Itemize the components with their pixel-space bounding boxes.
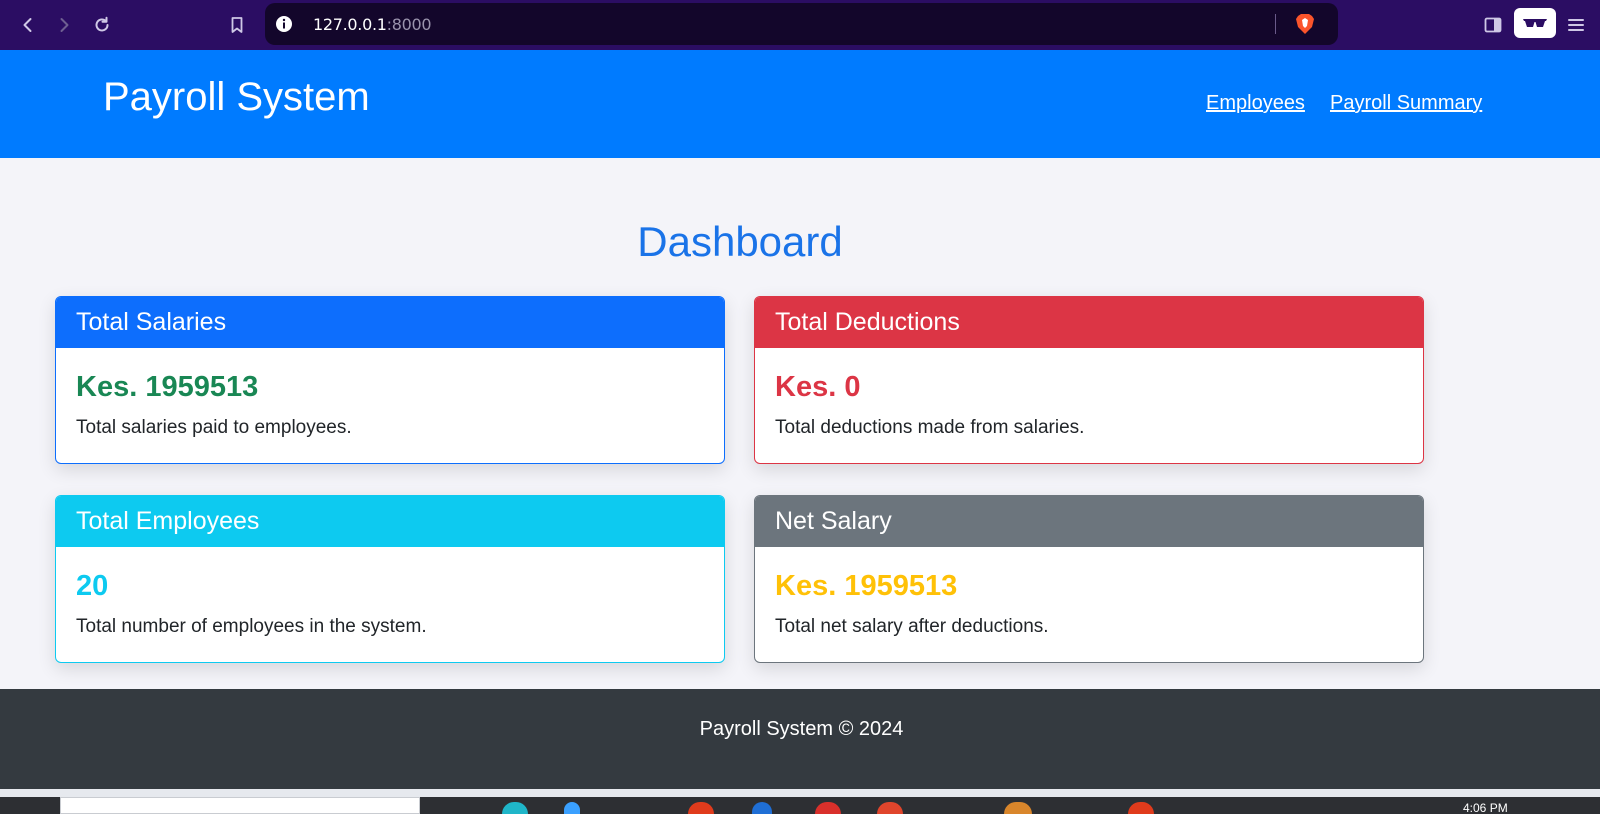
sidebar-button[interactable]	[1480, 12, 1506, 38]
card-description: Total salaries paid to employees.	[76, 417, 352, 438]
back-icon	[23, 18, 32, 32]
card-header: Total Deductions	[755, 297, 1423, 348]
private-glasses-icon	[1523, 19, 1547, 27]
forward-button[interactable]	[49, 10, 79, 40]
taskbar-clock: 4:06 PM	[1463, 801, 1508, 814]
url-host: 127.0.0.1	[313, 15, 387, 34]
card-total-salaries: Total Salaries Kes. 1959513 Total salari…	[55, 296, 725, 464]
browser-toolbar: 127.0.0.1:8000	[0, 0, 1600, 50]
private-window-badge[interactable]	[1514, 8, 1556, 38]
brave-shield-icon[interactable]	[1293, 12, 1317, 36]
app-header: Payroll System Employees Payroll Summary	[0, 50, 1600, 158]
nav-link-payroll-summary[interactable]: Payroll Summary	[1330, 92, 1482, 115]
address-url[interactable]: 127.0.0.1:8000	[313, 15, 432, 34]
card-total-deductions: Total Deductions Kes. 0 Total deductions…	[754, 296, 1424, 464]
card-header: Net Salary	[755, 496, 1423, 547]
os-taskbar: 4:06 PM	[0, 789, 1600, 814]
card-description: Total deductions made from salaries.	[775, 417, 1085, 438]
card-value: Kes. 1959513	[76, 371, 259, 403]
back-button[interactable]	[13, 10, 43, 40]
reload-button[interactable]	[87, 10, 117, 40]
nav-link-employees[interactable]: Employees	[1206, 92, 1305, 115]
sidebar-icon	[1484, 17, 1502, 33]
reload-icon	[95, 16, 109, 32]
card-value: 20	[76, 570, 109, 602]
app-title: Payroll System	[103, 75, 370, 119]
taskbar-app-icon[interactable]	[564, 802, 580, 814]
card-description: Total net salary after deductions.	[775, 616, 1049, 637]
info-icon[interactable]	[275, 15, 293, 33]
page-footer: Payroll System © 2024	[0, 689, 1600, 789]
page-title: Dashboard	[637, 218, 843, 265]
footer-text: Payroll System © 2024	[699, 718, 904, 740]
card-total-employees: Total Employees 20 Total number of emplo…	[55, 495, 725, 663]
menu-icon	[1568, 19, 1584, 31]
card-header: Total Employees	[56, 496, 724, 547]
bookmark-icon	[231, 17, 243, 33]
taskbar-start-area[interactable]	[0, 797, 60, 814]
bookmark-button[interactable]	[222, 10, 252, 40]
card-header: Total Salaries	[56, 297, 724, 348]
forward-icon	[60, 18, 69, 32]
menu-button[interactable]	[1563, 12, 1589, 38]
card-value: Kes. 0	[775, 371, 861, 403]
address-bar[interactable]: 127.0.0.1:8000	[265, 3, 1338, 45]
url-port: :8000	[386, 15, 432, 34]
card-net-salary: Net Salary Kes. 1959513 Total net salary…	[754, 495, 1424, 663]
taskbar-search-box[interactable]	[60, 797, 420, 814]
address-divider	[1275, 14, 1276, 34]
card-value: Kes. 1959513	[775, 570, 958, 602]
card-description: Total number of employees in the system.	[76, 616, 427, 637]
